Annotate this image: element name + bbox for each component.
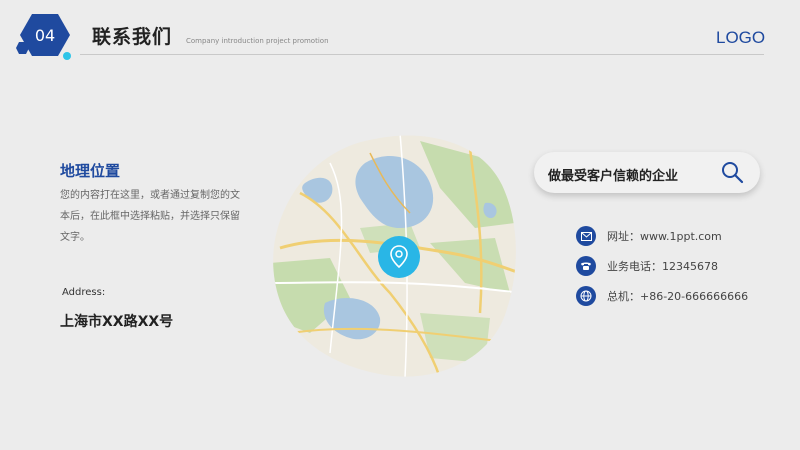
decor-hexagon (16, 42, 29, 54)
contact-switchboard: 总机：+86-20-666666666 (576, 285, 748, 307)
email-icon (576, 226, 596, 246)
search-icon (722, 162, 744, 184)
location-description: 您的内容打在这里，或者通过复制您的文本后，在此框中选择粘贴，并选择只保留文字。 (60, 190, 240, 243)
slogan-search-bar: 做最受客户信赖的企业 (534, 152, 760, 193)
contact-switchboard-text: 总机：+86-20-666666666 (607, 290, 749, 303)
address-label: Address: (62, 287, 106, 298)
contact-phone: 业务电话：12345678 (576, 255, 718, 277)
globe-icon (576, 286, 596, 306)
contact-website-text: 网址：www.1ppt.com (607, 230, 722, 243)
contact-website: 网址：www.1ppt.com (576, 225, 722, 247)
slogan-text: 做最受客户信赖的企业 (548, 169, 679, 184)
contact-phone-text: 业务电话：12345678 (607, 260, 718, 273)
address-value: 上海市XX路XX号 (60, 314, 174, 330)
header-divider (80, 54, 764, 55)
location-pin-icon (378, 236, 420, 278)
location-heading: 地理位置 (60, 162, 121, 180)
page-subtitle: Company introduction project promotion (186, 37, 329, 45)
phone-icon (576, 256, 596, 276)
decor-dot (63, 52, 71, 60)
page-title: 联系我们 (92, 26, 173, 48)
logo: LOGO (716, 28, 766, 47)
